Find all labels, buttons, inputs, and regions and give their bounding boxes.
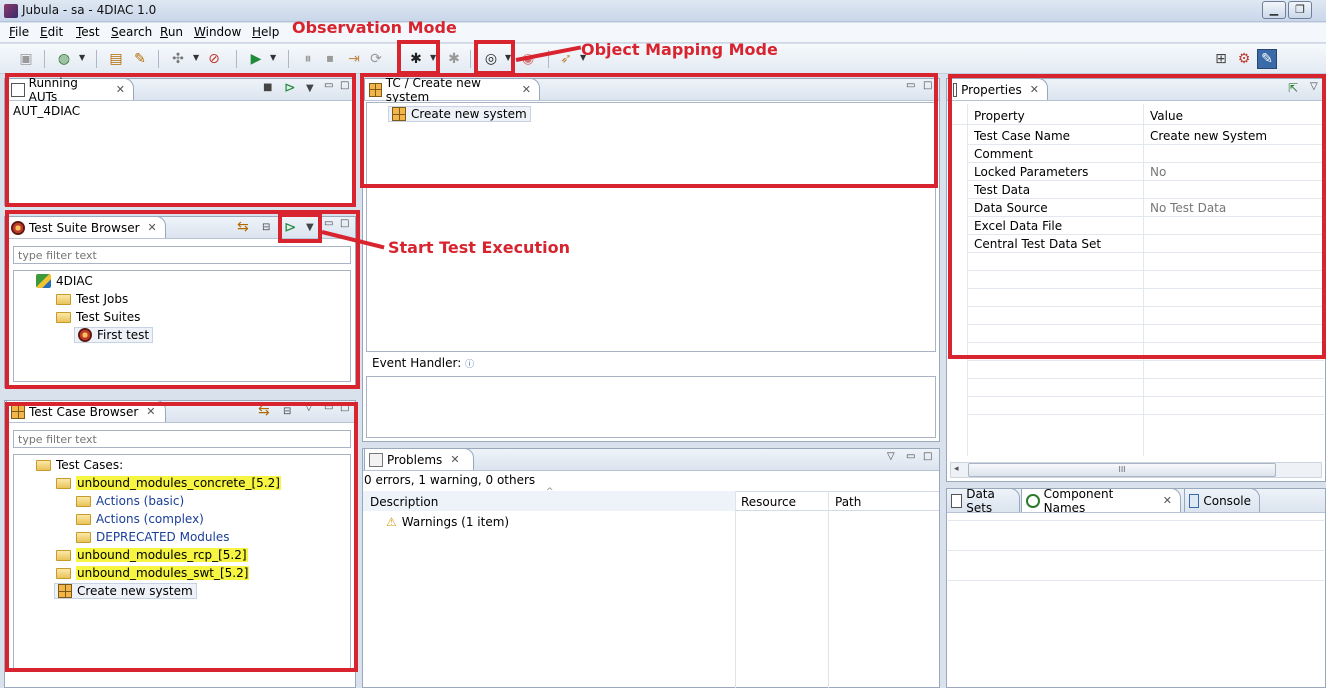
event-handler-area bbox=[366, 376, 936, 438]
chevron-down-icon[interactable]: ▼ bbox=[270, 53, 276, 62]
sort-up-icon: ^ bbox=[546, 487, 554, 497]
minimize-view-icon[interactable]: ▭ bbox=[906, 451, 915, 462]
menu-file[interactable]: File bbox=[9, 25, 29, 39]
tree-label: Warnings (1 item) bbox=[401, 515, 510, 529]
start-aut-icon[interactable]: ▶ bbox=[246, 49, 266, 69]
tab-label: Console bbox=[1203, 493, 1251, 508]
restore-button[interactable]: ❐ bbox=[1288, 1, 1312, 19]
table-row bbox=[968, 379, 1324, 397]
execution-perspective-icon[interactable]: ⚙ bbox=[1234, 49, 1254, 69]
table-row bbox=[968, 361, 1324, 379]
tab-data-sets[interactable]: Data Sets bbox=[946, 486, 1020, 515]
maximize-view-icon[interactable]: □ bbox=[923, 451, 932, 462]
disconnect-icon[interactable]: ⊘ bbox=[204, 49, 224, 69]
restart-icon[interactable]: ⟳ bbox=[366, 49, 386, 69]
column-header-path[interactable]: Path bbox=[835, 495, 861, 509]
wand-icon[interactable]: ✎ bbox=[130, 49, 150, 69]
toolbar-separator bbox=[236, 50, 237, 68]
stop-icon[interactable]: ⏹ bbox=[320, 49, 340, 69]
scroll-left-icon[interactable]: ◂ bbox=[954, 464, 959, 474]
chevron-down-icon[interactable]: ▼ bbox=[79, 53, 85, 62]
component-names-icon bbox=[1026, 493, 1040, 508]
column-divider[interactable] bbox=[828, 491, 829, 688]
column-divider[interactable] bbox=[735, 491, 736, 688]
table-icon bbox=[951, 493, 963, 508]
toolbar-separator bbox=[158, 50, 159, 68]
toolbar-separator bbox=[44, 50, 45, 68]
event-handler-text: Event Handler: bbox=[372, 356, 462, 370]
list-divider bbox=[948, 580, 1324, 581]
highlight-properties bbox=[948, 74, 1326, 359]
open-perspective-icon[interactable]: ⊞ bbox=[1211, 49, 1231, 69]
console-icon bbox=[1189, 493, 1200, 508]
toolbar-separator bbox=[470, 50, 471, 68]
tab-label: Problems bbox=[387, 452, 443, 467]
jubula-app-icon bbox=[4, 4, 18, 18]
tab-problems[interactable]: Problems ✕ bbox=[364, 448, 474, 470]
minimize-button[interactable]: ▁ bbox=[1262, 1, 1286, 19]
view-menu-icon[interactable]: ▽ bbox=[887, 451, 895, 462]
save-icon[interactable]: ▣ bbox=[16, 49, 36, 69]
highlight-observation-mode bbox=[397, 40, 440, 75]
info-icon: ⓘ bbox=[465, 360, 475, 370]
tab-label: Data Sets bbox=[966, 486, 995, 515]
menu-run[interactable]: Run bbox=[160, 25, 183, 39]
tab-component-names[interactable]: Component Names ✕ bbox=[1021, 486, 1181, 515]
highlight-editor bbox=[360, 73, 938, 188]
specification-perspective-icon[interactable]: ✎ bbox=[1257, 49, 1277, 69]
menu-help[interactable]: Help bbox=[252, 25, 279, 39]
close-icon[interactable]: ✕ bbox=[1163, 494, 1172, 507]
annotation-object-mapping-mode: Object Mapping Mode bbox=[581, 40, 778, 59]
skip-icon[interactable]: ⇥ bbox=[344, 49, 364, 69]
toolbar-separator bbox=[288, 50, 289, 68]
menu-test[interactable]: Test bbox=[76, 25, 100, 39]
warning-icon: ⚠ bbox=[386, 515, 397, 529]
menu-window[interactable]: Window bbox=[194, 25, 241, 39]
problems-icon bbox=[369, 452, 383, 467]
pause-icon[interactable]: ⏸ bbox=[298, 49, 318, 69]
tree-item-warnings[interactable]: ⚠ Warnings (1 item) bbox=[386, 515, 509, 529]
column-header-resource[interactable]: Resource bbox=[741, 495, 796, 509]
column-header-description[interactable]: Description bbox=[370, 495, 438, 509]
connect-server-icon[interactable]: ◍ bbox=[54, 49, 74, 69]
observation-disabled-icon[interactable]: ✱ bbox=[444, 49, 464, 69]
highlight-running-auts bbox=[5, 73, 356, 207]
highlight-test-case-browser bbox=[5, 402, 358, 672]
tab-label: Component Names bbox=[1043, 486, 1114, 515]
list-divider bbox=[948, 520, 1324, 521]
problems-summary: 0 errors, 1 warning, 0 others bbox=[364, 473, 536, 487]
toolbar-separator bbox=[96, 50, 97, 68]
annotation-start-test-execution: Start Test Execution bbox=[388, 238, 570, 257]
menu-search[interactable]: Search bbox=[111, 25, 152, 39]
list-divider bbox=[948, 550, 1324, 551]
title-bar bbox=[0, 0, 1326, 22]
close-icon[interactable]: ✕ bbox=[450, 453, 459, 466]
highlight-object-mapping-mode bbox=[474, 40, 515, 75]
window-title: Jubula - sa - 4DIAC 1.0 bbox=[22, 3, 157, 17]
highlight-start-test bbox=[278, 213, 322, 243]
menu-edit[interactable]: Edit bbox=[40, 25, 63, 39]
object-list-icon[interactable]: ▤ bbox=[106, 49, 126, 69]
bottom-right-view bbox=[946, 488, 1326, 688]
aut-agent-icon[interactable]: ✣ bbox=[168, 49, 188, 69]
event-handler-label: Event Handler: ⓘ bbox=[372, 356, 474, 370]
annotation-observation-mode: Observation Mode bbox=[292, 18, 457, 37]
table-row bbox=[968, 397, 1324, 415]
scrollbar-thumb[interactable]: III bbox=[968, 463, 1276, 477]
chevron-down-icon[interactable]: ▼ bbox=[193, 53, 199, 62]
tab-console[interactable]: Console bbox=[1184, 488, 1260, 512]
